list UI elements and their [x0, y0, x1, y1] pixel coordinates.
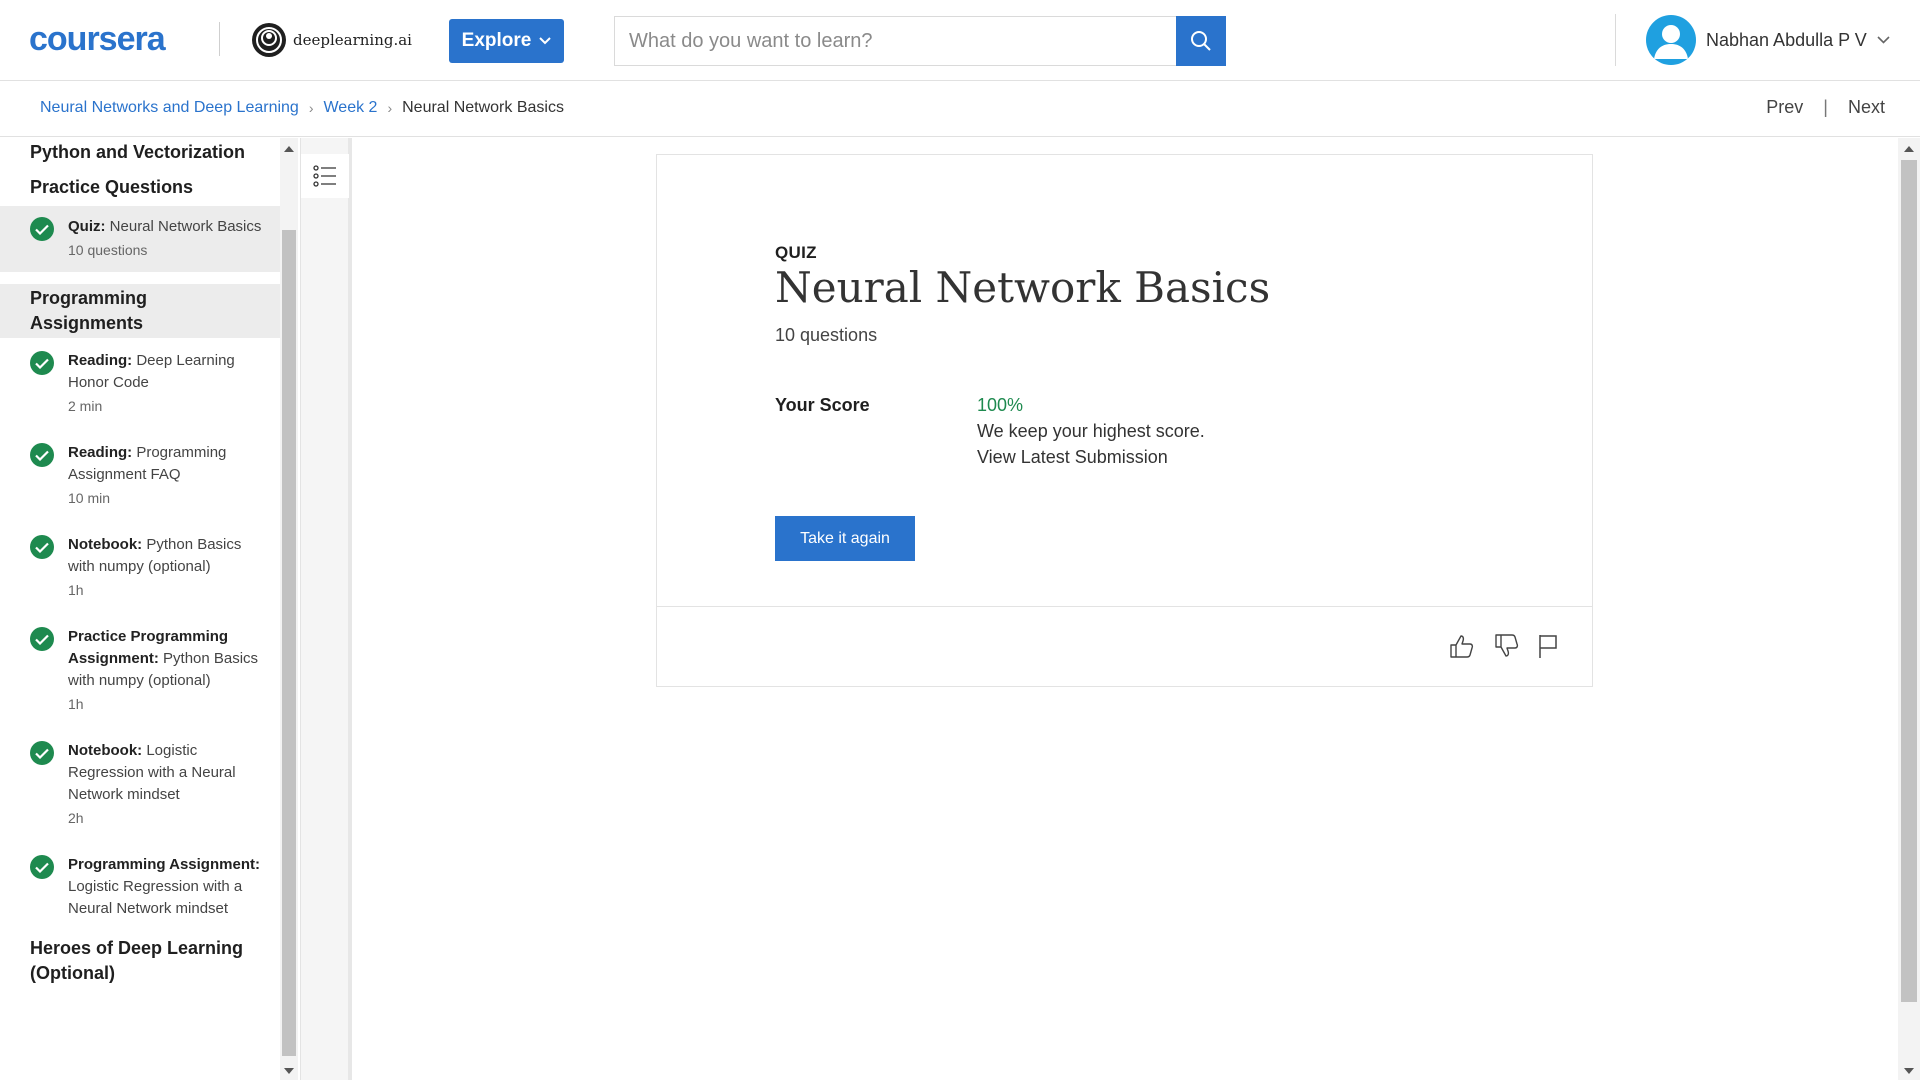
chevron-down-icon: [539, 37, 552, 45]
breadcrumb: Neural Networks and Deep Learning › Week…: [40, 99, 564, 117]
search-button[interactable]: [1176, 16, 1226, 66]
breadcrumb-current: Neural Network Basics: [402, 99, 564, 116]
list-item-text: Notebook: Python Basics with numpy (opti…: [68, 534, 264, 578]
view-latest-submission-link[interactable]: View Latest Submission: [977, 447, 1168, 468]
user-menu[interactable]: Nabhan Abdulla P V: [1646, 15, 1890, 65]
check-icon: [30, 627, 54, 651]
breadcrumb-bar: Neural Networks and Deep Learning › Week…: [0, 81, 1920, 137]
outline-list-icon: [313, 165, 336, 187]
main-scrollbar[interactable]: [1898, 138, 1920, 1080]
nav-separator: |: [1823, 97, 1828, 117]
check-icon: [30, 443, 54, 467]
coursera-logo[interactable]: coursera: [29, 20, 166, 59]
header-divider: [1615, 14, 1616, 66]
report-button[interactable]: [1533, 631, 1563, 661]
item-type: Notebook:: [68, 536, 143, 553]
next-link[interactable]: Next: [1848, 97, 1885, 118]
partner-name: deeplearning.ai: [293, 31, 412, 49]
section-python-vectorization[interactable]: Python and Vectorization: [0, 138, 280, 165]
take-it-again-button[interactable]: Take it again: [775, 516, 915, 561]
check-icon: [30, 351, 54, 375]
list-item-text: Notebook: Logistic Regression with a Neu…: [68, 740, 264, 806]
score-note: We keep your highest score.: [977, 421, 1205, 441]
search-icon: [1191, 31, 1211, 51]
logo-divider: [219, 22, 220, 56]
item-title: Neural Network Basics: [109, 218, 262, 235]
item-type: Reading:: [68, 352, 133, 369]
dislike-button[interactable]: [1491, 631, 1521, 661]
list-item[interactable]: Programming Assignment: Logistic Regress…: [0, 840, 280, 930]
section-practice-questions[interactable]: Practice Questions: [0, 165, 280, 206]
explore-label: Explore: [461, 30, 532, 51]
list-item[interactable]: Notebook: Python Basics with numpy (opti…: [0, 520, 280, 612]
item-meta: 10 min: [68, 490, 111, 506]
check-icon: [30, 855, 54, 879]
list-item-text: Reading: Deep Learning Honor Code: [68, 350, 264, 394]
scroll-down-icon[interactable]: [1904, 1068, 1914, 1074]
sidebar-list: Python and Vectorization Practice Questi…: [0, 138, 280, 986]
deeplearning-logo-icon: [252, 23, 286, 57]
course-sidebar: Python and Vectorization Practice Questi…: [0, 138, 298, 1080]
user-name: Nabhan Abdulla P V: [1706, 29, 1867, 50]
item-type: Reading:: [68, 444, 133, 461]
check-icon: [30, 535, 54, 559]
item-meta: 1h: [68, 582, 84, 598]
like-button[interactable]: [1446, 631, 1476, 661]
list-item-text: Practice Programming Assignment: Python …: [68, 626, 264, 692]
page-title: Neural Network Basics: [775, 263, 1271, 312]
item-meta: 1h: [68, 696, 84, 712]
outline-toggle-button[interactable]: [301, 154, 349, 198]
check-icon: [30, 741, 54, 765]
scroll-up-icon[interactable]: [284, 146, 294, 152]
flag-icon: [1539, 635, 1557, 658]
section-heroes-deep-learning[interactable]: Heroes of Deep Learning (Optional): [0, 930, 280, 986]
item-meta: 10 questions: [68, 242, 148, 258]
item-type: Programming Assignment:: [68, 856, 260, 873]
chevron-down-icon[interactable]: [1877, 36, 1890, 44]
chevron-right-icon: ›: [308, 100, 314, 116]
list-item-text: Reading: Programming Assignment FAQ: [68, 442, 264, 486]
item-meta: 2h: [68, 810, 84, 826]
sidebar-scrollbar[interactable]: [280, 138, 298, 1080]
score-label: Your Score: [775, 395, 870, 415]
list-item[interactable]: Reading: Deep Learning Honor Code 2 min: [0, 338, 280, 428]
sidebar-item-quiz[interactable]: Quiz: Neural Network Basics 10 questions: [0, 206, 280, 272]
check-icon: [30, 217, 54, 241]
partner-logo[interactable]: deeplearning.ai: [251, 22, 412, 58]
thumbs-up-icon: [1450, 635, 1474, 658]
chevron-right-icon: ›: [387, 100, 393, 116]
list-item[interactable]: Notebook: Logistic Regression with a Neu…: [0, 726, 280, 840]
quiz-card: QUIZ Neural Network Basics 10 questions …: [656, 154, 1593, 687]
prev-next-nav: Prev | Next: [1766, 97, 1885, 118]
scroll-up-icon[interactable]: [1904, 146, 1914, 152]
list-item-text: Quiz: Neural Network Basics: [68, 216, 261, 238]
prev-link[interactable]: Prev: [1766, 97, 1803, 118]
avatar-icon: [1654, 25, 1688, 59]
avatar[interactable]: [1646, 15, 1696, 65]
breadcrumb-course[interactable]: Neural Networks and Deep Learning: [40, 99, 299, 117]
scrollbar-thumb[interactable]: [1901, 160, 1917, 1002]
item-type: Notebook:: [68, 742, 143, 759]
item-title: Logistic Regression with a Neural Networ…: [68, 878, 243, 917]
item-type: Quiz:: [68, 218, 106, 235]
scrollbar-thumb[interactable]: [282, 230, 296, 1056]
list-item[interactable]: Reading: Programming Assignment FAQ 10 m…: [0, 428, 280, 520]
breadcrumb-week[interactable]: Week 2: [323, 99, 377, 117]
search-input[interactable]: [614, 16, 1177, 66]
list-item-text: Programming Assignment: Logistic Regress…: [68, 854, 264, 920]
scroll-down-icon[interactable]: [284, 1068, 294, 1074]
quiz-kicker: QUIZ: [775, 243, 817, 262]
explore-button[interactable]: Explore: [449, 19, 564, 63]
list-item[interactable]: Practice Programming Assignment: Python …: [0, 612, 280, 726]
score-value: 100%: [977, 395, 1024, 415]
top-header: coursera deeplearning.ai Explore What do…: [0, 0, 1920, 81]
item-meta: 2 min: [68, 398, 103, 414]
thumbs-down-icon: [1495, 634, 1519, 657]
question-count: 10 questions: [775, 325, 878, 345]
section-programming-assignments[interactable]: Programming Assignments: [0, 284, 280, 338]
search-bar: [614, 16, 1226, 66]
outline-rail: [300, 138, 352, 1080]
